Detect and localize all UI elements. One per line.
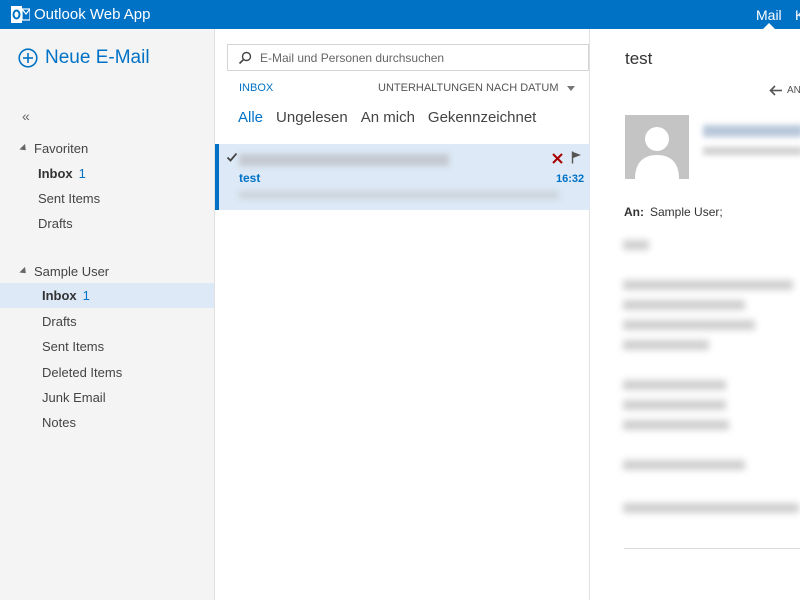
folder-pane: Neue E-Mail « Favoriten Inbox 1 Sent Item… — [0, 29, 214, 600]
unread-count: 1 — [82, 288, 90, 303]
body-redacted — [623, 503, 799, 513]
arrow-left-icon — [769, 85, 782, 96]
nav-item-label: Inbox — [42, 288, 77, 303]
delete-icon[interactable] — [552, 153, 563, 164]
body-redacted — [623, 420, 729, 430]
reply-label: AN — [787, 85, 800, 96]
to-value: Sample User; — [650, 205, 723, 219]
body-redacted — [623, 400, 726, 410]
sender-redacted — [703, 125, 800, 137]
plus-circle-icon — [18, 48, 38, 68]
sort-dropdown[interactable]: UNTERHALTUNGEN NACH DATUM — [378, 82, 575, 94]
filter-unread[interactable]: Ungelesen — [276, 109, 348, 126]
message-subject: test — [239, 171, 261, 185]
message-sender-redacted — [239, 154, 449, 166]
folder-item-drafts[interactable]: Drafts — [0, 309, 214, 334]
reply-all-button[interactable]: AN — [769, 85, 800, 96]
folder-item-notes[interactable]: Notes — [0, 410, 214, 435]
message-item[interactable]: test 16:32 — [215, 144, 590, 210]
outlook-logo-icon — [11, 6, 30, 23]
body-redacted — [623, 320, 755, 330]
body-redacted — [623, 240, 649, 250]
collapse-pane-button[interactable]: « — [22, 108, 30, 124]
message-preview-redacted — [239, 191, 559, 199]
top-nav-next[interactable]: K — [795, 6, 800, 24]
favorites-item-drafts[interactable]: Drafts — [0, 211, 214, 236]
unread-count: 1 — [78, 166, 86, 181]
nav-item-label: Inbox — [38, 166, 73, 181]
body-redacted — [623, 300, 745, 310]
person-silhouette-icon — [635, 127, 679, 179]
folder-item-deleted-items[interactable]: Deleted Items — [0, 360, 214, 385]
recipients-line: An: Sample User; — [624, 205, 723, 219]
favorites-header[interactable]: Favoriten — [19, 141, 89, 156]
search-input[interactable] — [260, 50, 580, 65]
search-icon — [238, 51, 252, 64]
filter-bar: Alle Ungelesen An mich Gekennzeichnet — [238, 109, 549, 126]
filter-to-me[interactable]: An mich — [361, 109, 415, 126]
new-mail-button[interactable]: Neue E-Mail — [18, 47, 150, 69]
favorites-item-inbox[interactable]: Inbox 1 — [0, 161, 214, 186]
favorites-label: Favoriten — [34, 141, 89, 156]
expand-triangle-icon — [19, 143, 29, 154]
sort-label: UNTERHALTUNGEN NACH DATUM — [378, 82, 559, 94]
favorites-item-sent-items[interactable]: Sent Items — [0, 186, 214, 211]
reading-subject: test — [625, 49, 653, 68]
body-redacted — [623, 460, 745, 470]
mailbox-label: Sample User — [34, 264, 110, 279]
top-nav-mail[interactable]: Mail — [756, 6, 782, 24]
body-redacted — [623, 280, 793, 290]
message-time: 16:32 — [556, 173, 585, 185]
folder-item-sent-items[interactable]: Sent Items — [0, 334, 214, 359]
avatar — [625, 115, 689, 179]
new-mail-label: Neue E-Mail — [45, 47, 150, 68]
checkmark-icon[interactable] — [226, 151, 238, 163]
current-folder-label: INBOX — [239, 82, 274, 94]
body-redacted — [623, 380, 726, 390]
filter-all[interactable]: Alle — [238, 109, 263, 126]
flag-icon[interactable] — [571, 151, 582, 164]
folder-item-junk-email[interactable]: Junk Email — [0, 385, 214, 410]
folder-item-inbox[interactable]: Inbox 1 — [0, 283, 214, 308]
message-list-pane: INBOX UNTERHALTUNGEN NACH DATUM Alle Ung… — [214, 29, 590, 600]
chevron-down-icon — [566, 85, 575, 91]
divider — [624, 548, 800, 549]
top-bar: Outlook Web App Mail K — [0, 0, 800, 29]
expand-triangle-icon — [19, 266, 29, 277]
search-box[interactable] — [227, 44, 589, 71]
mailbox-header[interactable]: Sample User — [19, 264, 110, 279]
reading-pane: test AN An: Sample User; — [591, 29, 800, 600]
body-redacted — [623, 340, 709, 350]
app-title: Outlook Web App — [34, 6, 151, 23]
to-label: An: — [624, 205, 644, 219]
filter-flagged[interactable]: Gekennzeichnet — [428, 109, 536, 126]
date-redacted — [703, 147, 800, 155]
